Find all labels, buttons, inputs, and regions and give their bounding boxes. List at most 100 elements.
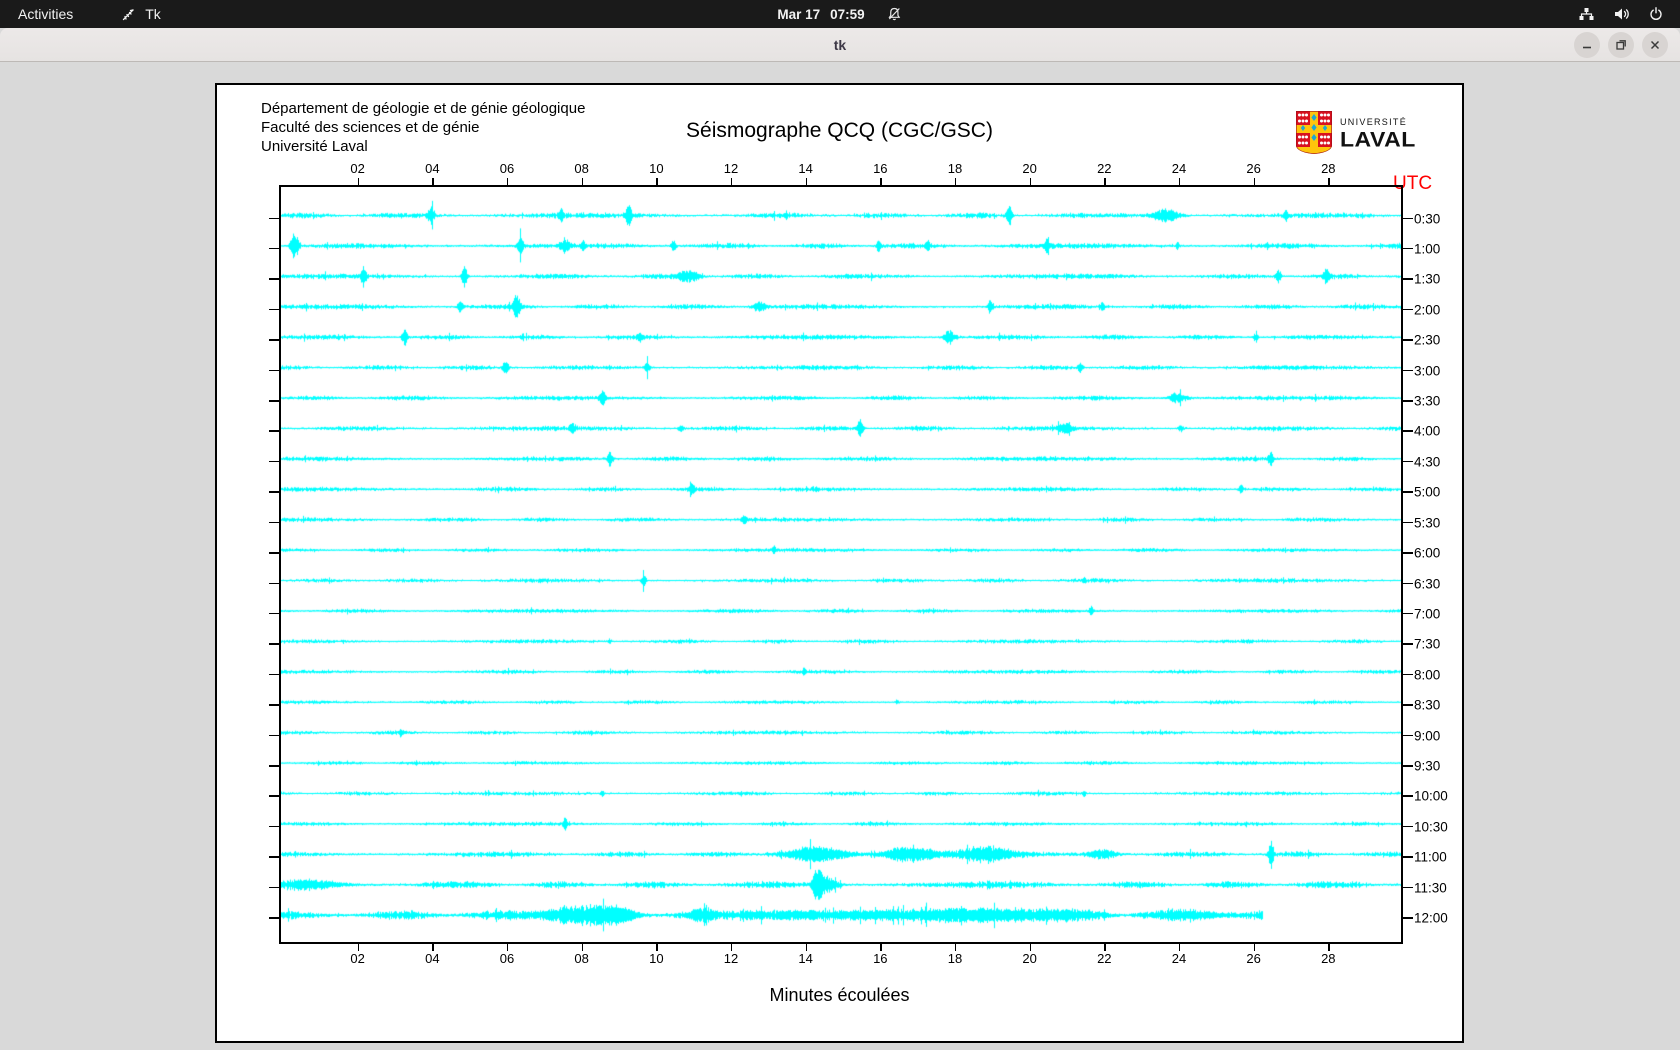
row-time-label: 10:00 — [1414, 788, 1448, 804]
header-line-1: Département de géologie et de génie géol… — [261, 100, 586, 117]
row-tick-left — [269, 795, 279, 797]
minimize-button[interactable] — [1574, 32, 1600, 58]
row-tick-right — [1403, 491, 1413, 493]
row-time-label: 7:30 — [1414, 636, 1441, 652]
row-tick-right — [1403, 278, 1413, 280]
row-tick-right — [1403, 612, 1413, 615]
row-time-label: 5:00 — [1414, 484, 1441, 500]
x-tick-label-bottom: 08 — [574, 951, 589, 966]
x-tick-top — [357, 178, 360, 185]
x-tick-top — [1328, 178, 1330, 185]
row-tick-right — [1403, 430, 1413, 432]
row-tick-right — [1403, 825, 1413, 828]
x-tick-bottom — [1029, 944, 1032, 951]
row-time-label: 8:30 — [1414, 697, 1441, 713]
network-icon[interactable] — [1578, 6, 1595, 22]
row-tick-right — [1403, 400, 1413, 402]
x-axis-title: Minutes écoulées — [769, 985, 910, 1005]
x-tick-label-bottom: 10 — [649, 951, 664, 966]
row-tick-right — [1403, 734, 1413, 737]
x-tick-label-top: 10 — [649, 161, 664, 176]
x-tick-bottom — [581, 944, 584, 951]
row-tick-left — [269, 886, 279, 889]
row-tick-right — [1403, 460, 1413, 463]
row-time-label: 10:30 — [1414, 819, 1448, 835]
row-tick-left — [269, 825, 279, 828]
window-titlebar[interactable]: tk — [0, 28, 1680, 62]
row-tick-right — [1403, 856, 1413, 858]
x-tick-top — [805, 178, 808, 185]
x-tick-label-top: 18 — [947, 161, 963, 176]
row-time-label: 1:30 — [1414, 271, 1441, 287]
gnome-top-bar: Activities Tk Mar 17 07:59 — [0, 0, 1680, 28]
row-tick-left — [269, 400, 279, 402]
clock-button[interactable]: Mar 17 07:59 — [777, 0, 902, 28]
activities-button[interactable]: Activities — [0, 0, 91, 28]
row-time-label: 7:00 — [1414, 606, 1441, 622]
x-tick-label-bottom: 06 — [499, 951, 515, 966]
x-tick-label-top: 02 — [350, 161, 365, 176]
tk-feather-icon — [121, 7, 136, 22]
x-tick-label-top: 20 — [1022, 161, 1037, 176]
row-tick-left — [269, 673, 279, 676]
row-tick-left — [269, 734, 279, 737]
x-tick-label-bottom: 26 — [1246, 951, 1261, 966]
x-tick-label-top: 28 — [1321, 161, 1336, 176]
x-tick-bottom — [880, 944, 882, 951]
row-tick-left — [269, 856, 279, 858]
x-tick-label-bottom: 20 — [1022, 951, 1037, 966]
row-time-label: 4:00 — [1414, 423, 1441, 439]
row-time-label: 9:00 — [1414, 728, 1441, 744]
row-tick-right — [1403, 886, 1413, 889]
x-tick-top — [1029, 178, 1032, 185]
volume-icon[interactable] — [1613, 6, 1630, 22]
row-time-label: 1:00 — [1414, 241, 1441, 257]
x-tick-top — [954, 178, 957, 185]
row-tick-right — [1403, 339, 1413, 341]
row-tick-left — [269, 552, 279, 554]
row-time-label: 3:00 — [1414, 363, 1441, 379]
x-tick-top — [581, 178, 584, 185]
row-time-label: 3:30 — [1414, 393, 1441, 409]
row-time-label: 12:00 — [1414, 910, 1448, 926]
row-tick-left — [269, 917, 279, 919]
row-tick-right — [1403, 765, 1413, 767]
row-tick-right — [1403, 643, 1413, 645]
close-button[interactable] — [1642, 32, 1668, 58]
x-tick-label-top: 04 — [425, 161, 440, 176]
activities-label: Activities — [18, 6, 74, 22]
plot-area: 02 02 04 04 06 06 08 08 10 10 12 12 14 14 16 16 18 18 20 20… — [269, 161, 1448, 966]
maximize-button[interactable] — [1608, 32, 1634, 58]
row-tick-right — [1403, 795, 1413, 797]
row-time-label: 6:00 — [1414, 545, 1441, 561]
x-tick-label-top: 06 — [499, 161, 515, 176]
x-tick-label-top: 22 — [1097, 161, 1112, 176]
x-tick-label-bottom: 28 — [1321, 951, 1336, 966]
row-tick-left — [269, 704, 279, 706]
row-time-label: 11:30 — [1414, 880, 1447, 896]
laval-shield-icon — [1295, 110, 1333, 155]
x-tick-label-bottom: 24 — [1171, 951, 1187, 966]
row-tick-right — [1403, 704, 1413, 706]
row-tick-right — [1403, 673, 1413, 676]
row-tick-left — [269, 217, 279, 219]
row-time-label: 2:00 — [1414, 302, 1441, 318]
row-tick-left — [269, 765, 279, 767]
x-tick-label-top: 16 — [873, 161, 888, 176]
x-tick-bottom — [357, 944, 360, 951]
x-tick-top — [432, 178, 434, 185]
x-tick-label-bottom: 16 — [873, 951, 888, 966]
x-tick-bottom — [1328, 944, 1330, 951]
row-tick-right — [1403, 217, 1413, 219]
app-menu[interactable]: Tk — [121, 6, 161, 22]
x-tick-top — [730, 178, 733, 185]
row-tick-left — [269, 582, 279, 585]
power-icon[interactable] — [1648, 6, 1664, 22]
row-tick-left — [269, 612, 279, 615]
x-tick-label-bottom: 04 — [425, 951, 440, 966]
row-tick-left — [269, 491, 279, 493]
seismograph-figure: Département de géologie et de génie géol… — [215, 83, 1464, 1043]
x-tick-label-top: 24 — [1171, 161, 1187, 176]
x-tick-top — [506, 178, 509, 185]
x-tick-bottom — [506, 944, 509, 951]
